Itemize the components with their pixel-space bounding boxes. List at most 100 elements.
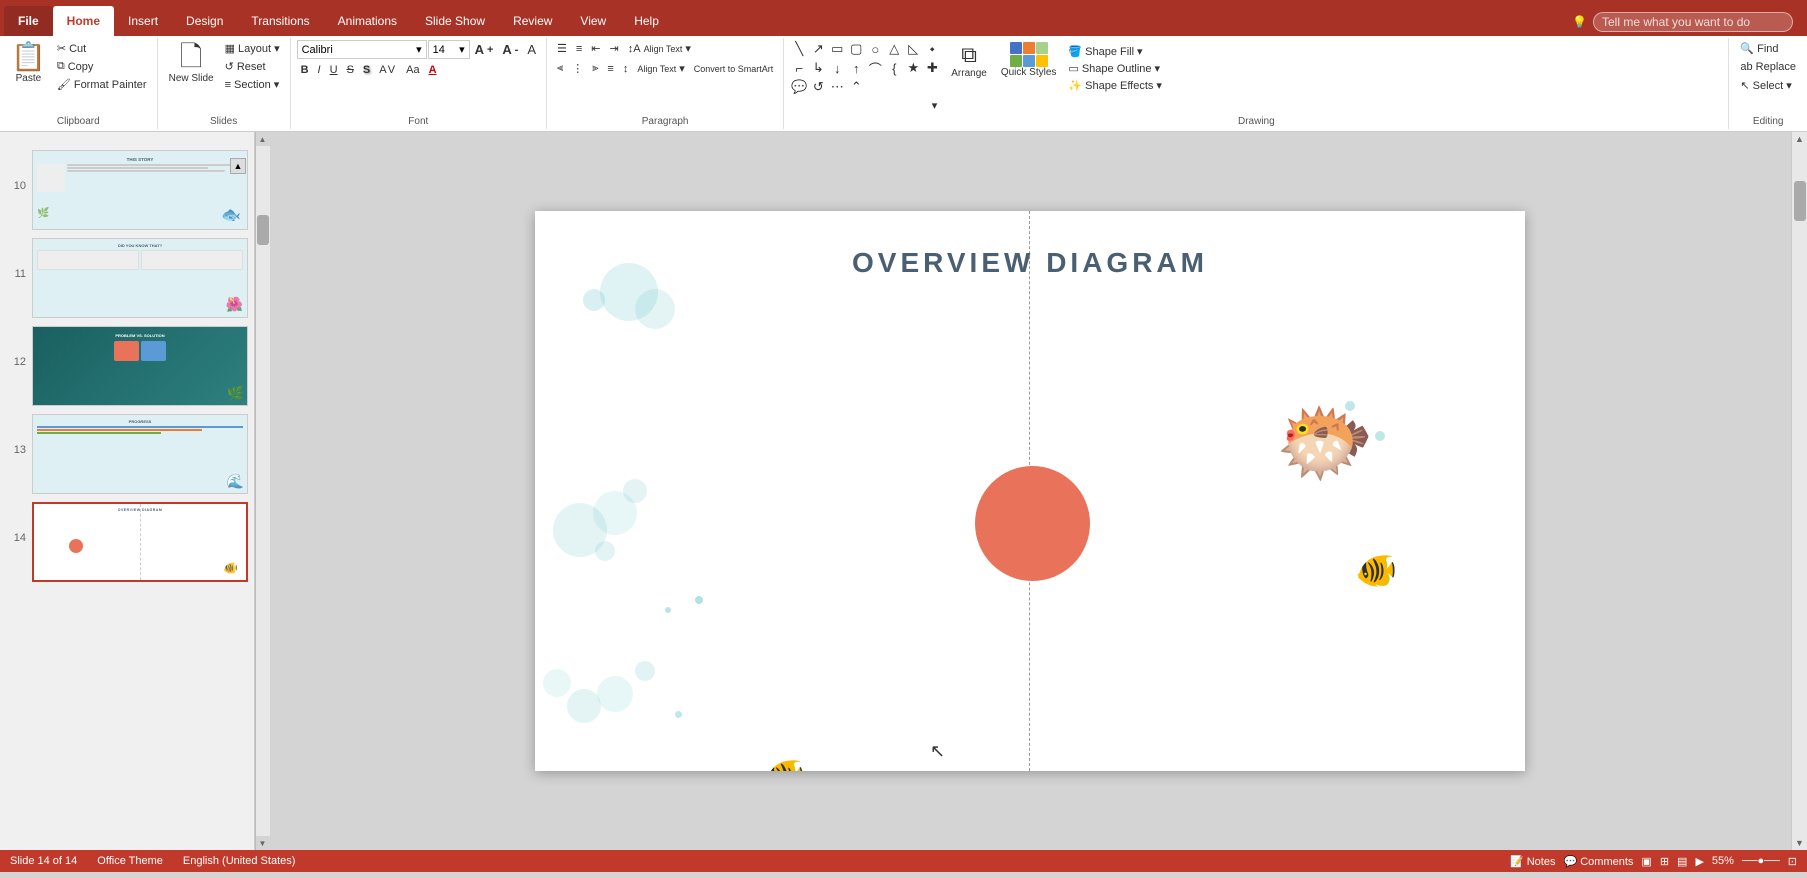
layout-button[interactable]: ▦ Layout ▾	[221, 40, 284, 57]
shape-curved-arrow[interactable]: ↺	[809, 78, 827, 96]
reset-button[interactable]: ↺ Reset	[221, 58, 284, 75]
text-direction-button[interactable]: ↕A Align Text ▾	[624, 40, 695, 57]
replace-button[interactable]: ab Replace	[1735, 59, 1801, 75]
convert-smartart-button[interactable]: Convert to SmartArt	[690, 62, 778, 76]
slide-img-13[interactable]: PROGRESS 🌊	[32, 414, 248, 494]
align-text-button[interactable]: Align Text ▾	[633, 60, 688, 77]
fit-button[interactable]: ⊡	[1788, 855, 1797, 868]
slide-thumb-13[interactable]: 13 PROGRESS 🌊	[4, 412, 250, 496]
shape-rect[interactable]: ▭	[828, 40, 846, 58]
tab-file[interactable]: File	[4, 6, 53, 36]
shape-callout[interactable]: 💬	[790, 78, 808, 96]
shape-bracket[interactable]: {	[885, 59, 903, 77]
quick-styles-button[interactable]: Quick Styles	[997, 40, 1061, 80]
tab-design[interactable]: Design	[172, 6, 237, 36]
tab-help[interactable]: Help	[620, 6, 673, 36]
shapes-expand-button[interactable]: ▾	[928, 97, 942, 114]
paste-button[interactable]: 📋 Paste	[6, 40, 51, 87]
line-spacing-button[interactable]: ↕	[619, 61, 633, 77]
shape-effects-button[interactable]: ✨ Shape Effects ▾	[1064, 78, 1166, 93]
panel-scroll-track[interactable]	[256, 146, 270, 836]
decrease-font-button[interactable]: A-	[498, 40, 522, 59]
slide-viewport[interactable]: OVERVIEW DIAGRAM 🐠 �	[269, 132, 1791, 850]
char-spacing-button[interactable]: AV	[375, 62, 401, 78]
numbering-button[interactable]: ≡	[572, 41, 586, 57]
reading-view-button[interactable]: ▤	[1677, 855, 1687, 868]
shape-rounded-rect[interactable]: ▢	[847, 40, 865, 58]
justify-button[interactable]: ≡	[603, 61, 617, 77]
font-name-selector[interactable]: Calibri ▾	[297, 40, 427, 59]
right-scroll-up[interactable]: ▲	[1793, 132, 1807, 146]
tab-transitions[interactable]: Transitions	[237, 6, 323, 36]
tab-animations[interactable]: Animations	[324, 6, 411, 36]
slide-img-14[interactable]: OVERVIEW DIAGRAM 🐠	[32, 502, 248, 582]
shape-cross[interactable]: ✚	[923, 59, 941, 77]
right-scroll-down[interactable]: ▼	[1793, 836, 1807, 850]
italic-button[interactable]: I	[314, 62, 325, 78]
tab-view[interactable]: View	[566, 6, 620, 36]
slide-thumb-10[interactable]: 10 THIS STORY 🐟 🌿	[4, 148, 250, 232]
increase-font-button[interactable]: A+	[471, 40, 498, 59]
shape-outline-button[interactable]: ▭ Shape Outline ▾	[1064, 61, 1166, 76]
change-case-button[interactable]: Aa	[402, 62, 423, 78]
shape-bend-arrow[interactable]: ↳	[809, 59, 827, 77]
shape-right-angle[interactable]: ◺	[904, 40, 922, 58]
tell-me-input[interactable]	[1593, 12, 1793, 32]
shape-curved-line[interactable]: ⌒	[866, 59, 884, 77]
shape-chevron-up[interactable]: ⌃	[847, 78, 865, 96]
zoom-slider[interactable]: ──●──	[1742, 855, 1780, 868]
tab-review[interactable]: Review	[499, 6, 566, 36]
increase-indent-button[interactable]: ⇥	[606, 40, 623, 57]
arrange-button[interactable]: ⧉ Arrange	[945, 40, 993, 81]
slideshow-button[interactable]: ▶	[1695, 855, 1703, 868]
panel-scroll-handle[interactable]	[257, 215, 269, 245]
new-slide-button[interactable]: 🗋 New Slide	[164, 40, 219, 87]
shape-fill-button[interactable]: 🪣 Shape Fill ▾	[1064, 44, 1166, 59]
tab-slideshow[interactable]: Slide Show	[411, 6, 499, 36]
slide-img-11[interactable]: DID YOU KNOW THAT? 🌺	[32, 238, 248, 318]
shape-diamond[interactable]: ⬩	[923, 40, 941, 58]
font-color-button[interactable]: A	[425, 62, 441, 78]
select-button[interactable]: ↖ Select ▾	[1735, 77, 1796, 94]
align-right-button[interactable]: ⫸	[588, 60, 602, 77]
bold-button[interactable]: B	[297, 62, 313, 78]
right-scroll-track[interactable]	[1793, 146, 1807, 836]
font-size-selector[interactable]: 14 ▾	[428, 40, 470, 59]
comments-button[interactable]: 💬 Comments	[1563, 855, 1633, 868]
clear-format-button[interactable]: A	[523, 40, 540, 59]
shape-star[interactable]: ★	[904, 59, 922, 77]
normal-view-button[interactable]: ▣	[1641, 855, 1651, 868]
shape-down-arrow[interactable]: ↓	[828, 59, 846, 77]
copy-button[interactable]: ⧉ Copy	[53, 58, 151, 75]
strikethrough-button[interactable]: S	[343, 62, 358, 78]
slide-thumb-12[interactable]: 12 PROBLEM VS. SOLUTION 🌿	[4, 324, 250, 408]
shape-circle[interactable]: ○	[866, 40, 884, 58]
slide-thumb-11[interactable]: 11 DID YOU KNOW THAT? 🌺	[4, 236, 250, 320]
shape-line[interactable]: ╲	[790, 40, 808, 58]
align-left-button[interactable]: ⫷	[553, 60, 567, 77]
shape-triangle[interactable]: △	[885, 40, 903, 58]
section-button[interactable]: ≡ Section ▾	[221, 76, 284, 93]
tab-home[interactable]: Home	[53, 6, 114, 36]
bullets-button[interactable]: ☰	[553, 40, 571, 57]
center-align-button[interactable]: ⋮	[568, 60, 587, 77]
shadow-button[interactable]: S	[359, 62, 374, 78]
underline-button[interactable]: U	[326, 62, 342, 78]
scroll-up-button[interactable]: ▲	[230, 158, 246, 174]
tab-insert[interactable]: Insert	[114, 6, 172, 36]
slide-sorter-button[interactable]: ⊞	[1660, 855, 1669, 868]
cut-button[interactable]: ✂ Cut	[53, 40, 151, 57]
decrease-indent-button[interactable]: ⇤	[587, 40, 604, 57]
slide-thumb-14[interactable]: 14 OVERVIEW DIAGRAM 🐠	[4, 500, 250, 584]
panel-scroll-down[interactable]: ▼	[256, 836, 270, 850]
right-scroll-handle[interactable]	[1794, 181, 1806, 221]
slide-img-10[interactable]: THIS STORY 🐟 🌿	[32, 150, 248, 230]
shape-arrow[interactable]: ↗	[809, 40, 827, 58]
format-painter-button[interactable]: 🖌 Format Painter	[53, 76, 151, 93]
shape-more[interactable]: ⋯	[828, 78, 846, 96]
shape-l-shape[interactable]: ⌐	[790, 59, 808, 77]
shape-up-arrow[interactable]: ↑	[847, 59, 865, 77]
panel-scroll-up[interactable]: ▲	[256, 132, 270, 146]
find-button[interactable]: 🔍 Find	[1735, 40, 1783, 57]
notes-button[interactable]: 📝 Notes	[1510, 855, 1556, 868]
